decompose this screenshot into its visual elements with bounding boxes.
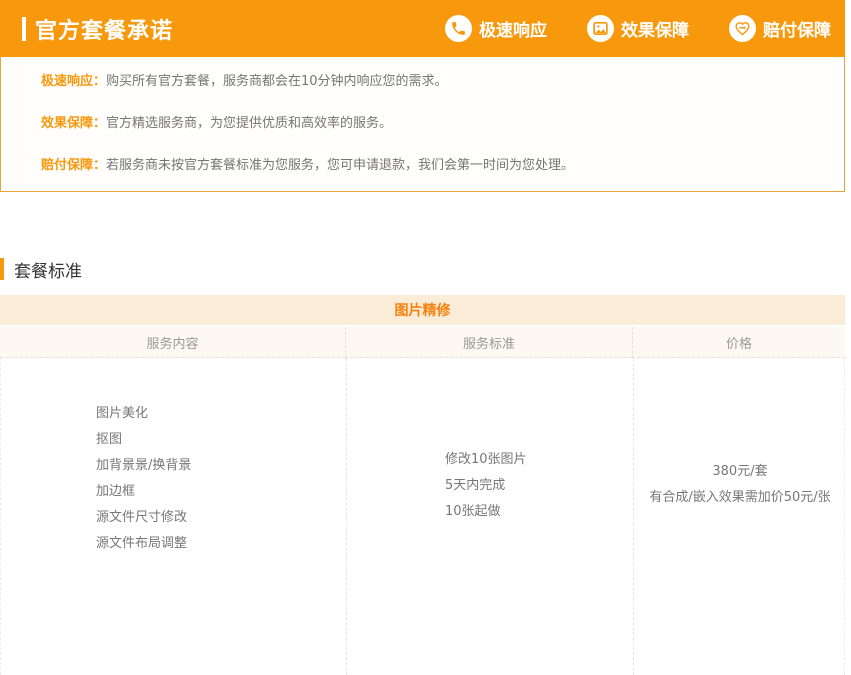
column-header-service-standard: 服务标准 xyxy=(345,327,632,358)
badge-label: 极速响应 xyxy=(479,16,547,41)
promise-line-compensation: 赔付保障：若服务商未按官方套餐标准为您服务，您可申请退款，我们会第一时间为您处理… xyxy=(41,157,824,175)
table-header-row: 服务内容 服务标准 价格 xyxy=(0,325,845,358)
list-item: 源文件尺寸修改 xyxy=(96,509,346,527)
banner-badges: 极速响应 效果保障 xyxy=(445,15,831,42)
table-body-row: 图片美化 抠图 加背景景/换背景 加边框 源文件尺寸修改 源文件布局调整 修改1… xyxy=(0,358,845,675)
table-title-row: 图片精修 xyxy=(0,295,845,325)
column-header-price: 价格 xyxy=(632,327,845,358)
promise-box: 极速响应：购买所有官方套餐，服务商都会在10分钟内响应您的需求。 效果保障：官方… xyxy=(0,57,845,192)
price-value: 380元/套 xyxy=(644,463,836,481)
picture-icon xyxy=(587,15,614,42)
promise-label: 效果保障： xyxy=(41,116,106,131)
badge-label: 效果保障 xyxy=(621,16,689,41)
page-title: 官方套餐承诺 xyxy=(35,13,173,45)
list-item: 修改10张图片 xyxy=(445,451,633,469)
promise-label: 极速响应： xyxy=(41,74,106,89)
section-title: 套餐标准 xyxy=(14,257,82,282)
title-accent-bar xyxy=(22,17,26,41)
badge-rapid-response: 极速响应 xyxy=(445,15,547,42)
badge-label: 赔付保障 xyxy=(763,16,831,41)
section-heading-package-standard: 套餐标准 xyxy=(0,258,845,280)
table-title: 图片精修 xyxy=(395,300,451,320)
promise-line-effect-guarantee: 效果保障：官方精选服务商，为您提供优质和高效率的服务。 xyxy=(41,115,824,133)
list-item: 5天内完成 xyxy=(445,477,633,495)
price-note: 有合成/嵌入效果需加价50元/张 xyxy=(644,489,836,507)
page: 官方套餐承诺 极速响应 效果保障 xyxy=(0,0,845,675)
promise-banner: 官方套餐承诺 极速响应 效果保障 xyxy=(0,0,845,57)
badge-effect-guarantee: 效果保障 xyxy=(587,15,689,42)
service-content-list: 图片美化 抠图 加背景景/换背景 加边框 源文件尺寸修改 源文件布局调整 xyxy=(1,358,346,553)
package-table: 图片精修 服务内容 服务标准 价格 图片美化 抠图 加背景景/换背景 加边框 源… xyxy=(0,295,845,675)
list-item: 图片美化 xyxy=(96,405,346,423)
service-standard-list: 修改10张图片 5天内完成 10张起做 xyxy=(347,358,633,521)
cell-price: 380元/套 有合成/嵌入效果需加价50元/张 xyxy=(633,358,846,675)
list-item: 抠图 xyxy=(96,431,346,449)
column-header-service-content: 服务内容 xyxy=(0,327,345,358)
heart-arrow-icon xyxy=(729,15,756,42)
list-item: 加背景景/换背景 xyxy=(96,457,346,475)
badge-compensation-guarantee: 赔付保障 xyxy=(729,15,831,42)
phone-icon xyxy=(445,15,472,42)
promise-text: 若服务商未按官方套餐标准为您服务，您可申请退款，我们会第一时间为您处理。 xyxy=(106,158,574,173)
cell-service-content: 图片美化 抠图 加背景景/换背景 加边框 源文件尺寸修改 源文件布局调整 xyxy=(1,358,346,675)
list-item: 加边框 xyxy=(96,483,346,501)
promise-text: 购买所有官方套餐，服务商都会在10分钟内响应您的需求。 xyxy=(106,74,448,89)
list-item: 10张起做 xyxy=(445,503,633,521)
price-list: 380元/套 有合成/嵌入效果需加价50元/张 xyxy=(634,358,846,507)
banner-title-wrap: 官方套餐承诺 xyxy=(22,13,173,45)
promise-line-rapid-response: 极速响应：购买所有官方套餐，服务商都会在10分钟内响应您的需求。 xyxy=(41,73,824,91)
promise-label: 赔付保障： xyxy=(41,158,106,173)
list-item: 源文件布局调整 xyxy=(96,535,346,553)
cell-service-standard: 修改10张图片 5天内完成 10张起做 xyxy=(346,358,633,675)
promise-text: 官方精选服务商，为您提供优质和高效率的服务。 xyxy=(106,116,392,131)
